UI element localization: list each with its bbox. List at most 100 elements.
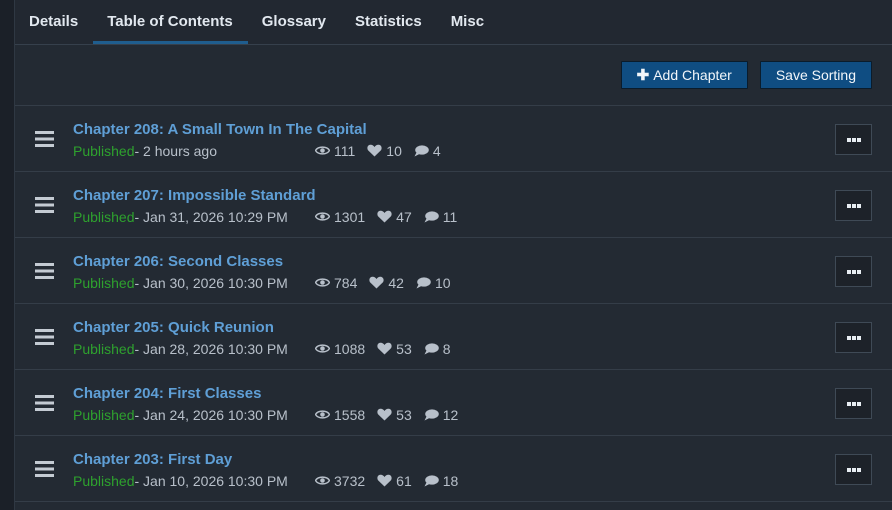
likes-count: 10 xyxy=(386,142,402,159)
views-count: 1088 xyxy=(334,340,366,357)
views-count: 1301 xyxy=(334,208,366,225)
ellipsis-icon xyxy=(846,137,861,142)
drag-handle-icon[interactable] xyxy=(15,328,73,345)
chapter-publish-info: Published - Jan 24, 2026 10:30 PM xyxy=(73,407,315,423)
views-count: 784 xyxy=(334,274,358,291)
comment-icon xyxy=(424,210,439,222)
comments-stat: 4 xyxy=(414,143,441,159)
chapter-stats: 784 42 10 xyxy=(315,275,451,291)
eye-icon xyxy=(315,476,330,485)
chapter-meta: Published - Jan 10, 2026 10:30 PM 3732 6… xyxy=(73,473,892,489)
chapter-info: Chapter 204: First Classes Published - J… xyxy=(73,383,892,423)
chapter-stats: 1088 53 8 xyxy=(315,341,451,357)
drag-handle-icon[interactable] xyxy=(15,262,73,279)
drag-handle-icon[interactable] xyxy=(15,130,73,147)
chapter-info: Chapter 203: First Day Published - Jan 1… xyxy=(73,449,892,489)
chapter-info: Chapter 206: Second Classes Published - … xyxy=(73,251,892,291)
views-stat: 1558 xyxy=(315,407,365,423)
comments-stat: 11 xyxy=(424,209,457,225)
publish-date: - Jan 24, 2026 10:30 PM xyxy=(134,406,288,423)
add-chapter-button[interactable]: ✚ Add Chapter xyxy=(620,61,748,89)
chapter-publish-info: Published - Jan 10, 2026 10:30 PM xyxy=(73,473,315,489)
tab-details[interactable]: Details xyxy=(15,0,93,44)
chapter-options-button[interactable] xyxy=(835,256,872,287)
status-label: Published xyxy=(73,340,135,357)
status-label: Published xyxy=(73,274,135,291)
likes-stat: 10 xyxy=(367,143,402,159)
likes-count: 61 xyxy=(396,472,412,489)
likes-stat: 42 xyxy=(369,275,404,291)
tab-glossary[interactable]: Glossary xyxy=(248,0,341,44)
chapter-publish-info: Published - 2 hours ago xyxy=(73,143,315,159)
chapter-options-button[interactable] xyxy=(835,454,872,485)
tab-table-of-contents[interactable]: Table of Contents xyxy=(93,0,248,44)
chapter-publish-info: Published - Jan 28, 2026 10:30 PM xyxy=(73,341,315,357)
comments-count: 4 xyxy=(432,142,441,159)
eye-icon xyxy=(315,212,330,221)
tab-statistics[interactable]: Statistics xyxy=(341,0,437,44)
heart-icon xyxy=(377,408,392,421)
chapter-meta: Published - 2 hours ago 111 10 4 xyxy=(73,143,892,159)
heart-icon xyxy=(369,276,384,289)
comments-count: 12 xyxy=(442,406,459,423)
table-of-contents-panel: Details Table of Contents Glossary Stati… xyxy=(14,0,892,510)
tab-misc[interactable]: Misc xyxy=(437,0,499,44)
chapter-meta: Published - Jan 24, 2026 10:30 PM 1558 5… xyxy=(73,407,892,423)
chapter-title-link[interactable]: Chapter 205: Quick Reunion xyxy=(73,319,274,336)
chapter-options-button[interactable] xyxy=(835,322,872,353)
comments-count: 18 xyxy=(442,472,459,489)
chapter-info: Chapter 208: A Small Town In The Capital… xyxy=(73,119,892,159)
chapter-options-button[interactable] xyxy=(835,190,872,221)
comments-stat: 10 xyxy=(416,275,451,291)
eye-icon xyxy=(315,278,330,287)
chapter-options-button[interactable] xyxy=(835,388,872,419)
likes-count: 53 xyxy=(396,406,412,423)
ellipsis-icon xyxy=(846,467,861,472)
heart-icon xyxy=(377,342,392,355)
ellipsis-icon xyxy=(846,203,861,208)
comments-stat: 18 xyxy=(424,472,459,489)
chapter-stats: 3732 61 18 xyxy=(315,473,458,489)
likes-count: 53 xyxy=(396,340,412,357)
chapter-title-link[interactable]: Chapter 208: A Small Town In The Capital xyxy=(73,121,367,138)
views-stat: 3732 xyxy=(315,473,365,489)
chapter-title-link[interactable]: Chapter 206: Second Classes xyxy=(73,253,283,270)
likes-stat: 47 xyxy=(377,209,412,225)
status-label: Published xyxy=(73,472,135,489)
chapter-stats: 111 10 4 xyxy=(315,143,441,159)
publish-date: - 2 hours ago xyxy=(134,142,218,159)
drag-handle-icon[interactable] xyxy=(15,394,73,411)
chapter-options-button[interactable] xyxy=(835,124,872,155)
chapter-publish-info: Published - Jan 30, 2026 10:30 PM xyxy=(73,275,315,291)
toolbar: ✚ Add Chapter Save Sorting xyxy=(15,45,892,106)
chapter-meta: Published - Jan 30, 2026 10:30 PM 784 42… xyxy=(73,275,892,291)
comments-stat: 8 xyxy=(424,341,451,357)
publish-date: - Jan 10, 2026 10:30 PM xyxy=(134,472,288,489)
likes-stat: 53 xyxy=(377,341,412,357)
save-sorting-button[interactable]: Save Sorting xyxy=(759,61,872,89)
chapter-stats: 1301 47 11 xyxy=(315,209,457,225)
tab-bar: Details Table of Contents Glossary Stati… xyxy=(15,0,892,45)
chapter-title-link[interactable]: Chapter 203: First Day xyxy=(73,451,232,468)
status-label: Published xyxy=(73,142,135,159)
chapter-row: Chapter 208: A Small Town In The Capital… xyxy=(15,106,892,172)
chapter-title-link[interactable]: Chapter 204: First Classes xyxy=(73,385,261,402)
comments-stat: 12 xyxy=(424,406,459,423)
views-stat: 111 xyxy=(315,143,355,159)
ellipsis-icon xyxy=(846,335,861,340)
chapter-title-link[interactable]: Chapter 207: Impossible Standard xyxy=(73,187,316,204)
status-label: Published xyxy=(73,406,135,423)
chapter-meta: Published - Jan 31, 2026 10:29 PM 1301 4… xyxy=(73,209,892,225)
chapter-row: Chapter 207: Impossible Standard Publish… xyxy=(15,172,892,238)
chapter-row: Chapter 203: First Day Published - Jan 1… xyxy=(15,436,892,502)
views-stat: 1301 xyxy=(315,209,365,225)
add-chapter-label: Add Chapter xyxy=(653,67,732,83)
chapter-publish-info: Published - Jan 31, 2026 10:29 PM xyxy=(73,209,315,225)
comment-icon xyxy=(416,276,431,288)
drag-handle-icon[interactable] xyxy=(15,196,73,213)
heart-icon xyxy=(377,474,392,487)
publish-date: - Jan 31, 2026 10:29 PM xyxy=(134,208,288,225)
chapter-stats: 1558 53 12 xyxy=(315,407,458,423)
drag-handle-icon[interactable] xyxy=(15,460,73,477)
eye-icon xyxy=(315,146,330,155)
